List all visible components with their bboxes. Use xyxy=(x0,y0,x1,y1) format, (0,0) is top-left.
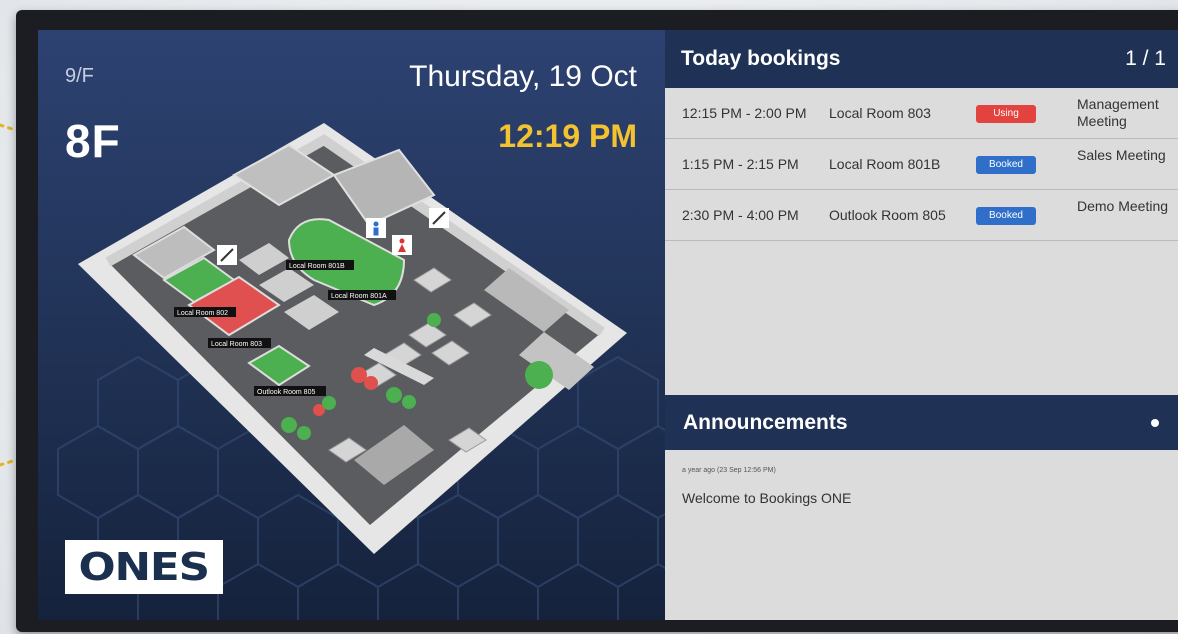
company-logo: ONES xyxy=(65,540,223,594)
floor-plan-map[interactable]: Local Room 801B Local Room 801A Local Ro… xyxy=(74,120,644,590)
booking-row[interactable]: 1:15 PM - 2:15 PM Local Room 801B Booked… xyxy=(665,139,1178,190)
restroom-men-body xyxy=(373,227,379,236)
floor-selector-label[interactable]: 9/F xyxy=(65,65,94,88)
booking-subject: Demo Meeting xyxy=(1077,198,1169,214)
signage-screen: 9/F 8F Thursday, 19 Oct 12:19 PM Local R… xyxy=(38,30,1178,620)
map-label-803[interactable]: Local Room 803 xyxy=(211,341,262,348)
map-label-805[interactable]: Outlook Room 805 xyxy=(257,389,315,396)
status-badge: Booked xyxy=(976,207,1036,225)
announcement-timestamp: a year ago (23 Sep 12:56 PM) xyxy=(682,467,776,474)
map-label-801b[interactable]: Local Room 801B xyxy=(289,263,345,270)
booking-row[interactable]: 12:15 PM - 2:00 PM Local Room 803 Using … xyxy=(665,88,1178,139)
status-badge: Using xyxy=(976,105,1036,123)
floor-panel: 9/F 8F Thursday, 19 Oct 12:19 PM Local R… xyxy=(38,30,665,620)
booking-room: Local Room 801B xyxy=(829,156,941,172)
booking-room: Outlook Room 805 xyxy=(829,207,946,223)
kiosk-photo: 9/F 8F Thursday, 19 Oct 12:19 PM Local R… xyxy=(0,0,1178,634)
booking-subject: Management Meeting xyxy=(1077,96,1159,129)
booking-time: 1:15 PM - 2:15 PM xyxy=(682,156,799,172)
bookings-panel: Today bookings 1 / 1 12:15 PM - 2:00 PM … xyxy=(665,30,1178,620)
restroom-men-head xyxy=(373,221,379,227)
bookings-pager[interactable]: 1 / 1 xyxy=(1125,47,1166,71)
announcements-title: Announcements xyxy=(683,411,848,434)
current-date: Thursday, 19 Oct xyxy=(409,60,637,93)
booking-room: Local Room 803 xyxy=(829,105,931,121)
booking-time: 12:15 PM - 2:00 PM xyxy=(682,105,807,121)
bookings-header: Today bookings 1 / 1 xyxy=(665,30,1178,88)
pager-dot-icon[interactable] xyxy=(1151,419,1159,427)
bookings-list: 12:15 PM - 2:00 PM Local Room 803 Using … xyxy=(665,88,1178,241)
announcement-text: Welcome to Bookings ONE xyxy=(682,490,852,506)
restroom-women-head xyxy=(399,238,405,244)
status-badge: Booked xyxy=(976,156,1036,174)
bookings-title: Today bookings xyxy=(681,47,841,70)
announcements-header: Announcements xyxy=(665,395,1178,450)
booking-row[interactable]: 2:30 PM - 4:00 PM Outlook Room 805 Booke… xyxy=(665,190,1178,241)
booking-time: 2:30 PM - 4:00 PM xyxy=(682,207,799,223)
map-label-802[interactable]: Local Room 802 xyxy=(177,310,228,317)
booking-subject: Sales Meeting xyxy=(1077,147,1166,163)
map-label-801a[interactable]: Local Room 801A xyxy=(331,293,387,300)
logo-text: ONES xyxy=(78,545,211,589)
